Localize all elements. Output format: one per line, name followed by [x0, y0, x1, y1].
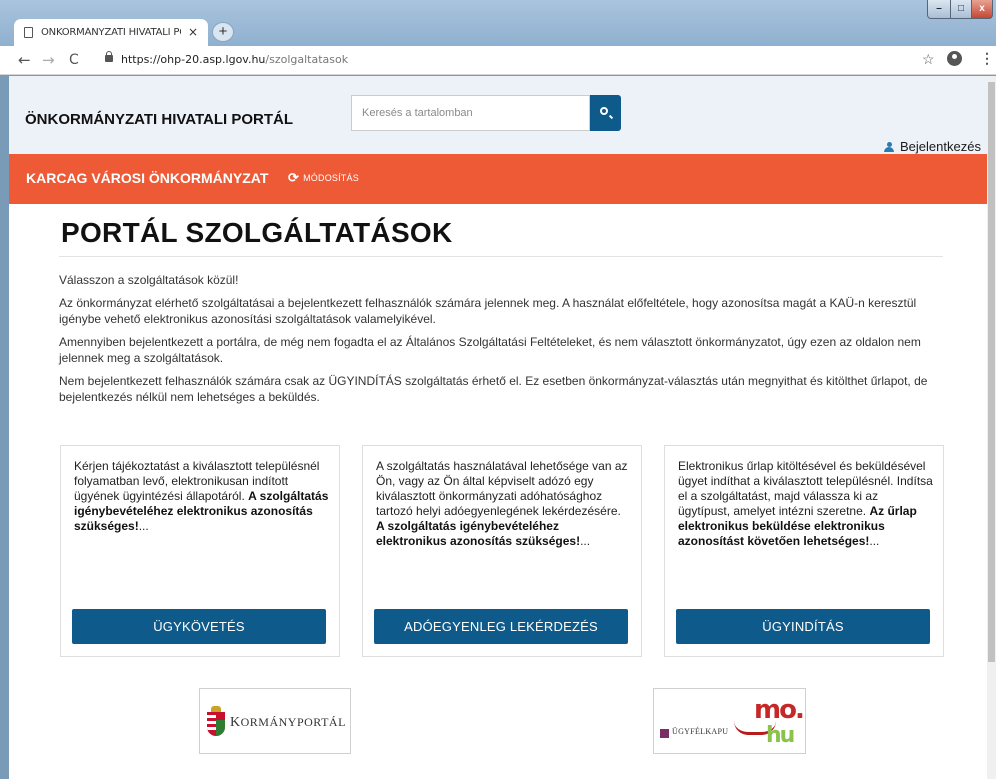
tab-close-icon[interactable]: ×: [188, 25, 198, 39]
service-card-adoegyenleg: A szolgáltatás használatával lehetősége …: [362, 445, 642, 657]
page-title: PORTÁL SZOLGÁLTATÁSOK: [61, 217, 453, 248]
user-icon: [884, 141, 894, 152]
forward-arrow-icon[interactable]: →: [42, 51, 55, 69]
card-description: A szolgáltatás használatával lehetősége …: [376, 459, 631, 549]
page-icon: [24, 27, 33, 38]
browser-toolbar: ← → C https://ohp-20.asp.lgov.hu/szolgal…: [0, 46, 996, 75]
ugyfelkapu-hu: hu: [766, 723, 795, 748]
account-icon[interactable]: [947, 51, 962, 66]
ugyfelkapu-wordmark: ÜGYFÉLKAPU: [672, 727, 729, 736]
ugyfelkapu-mo: mo.: [754, 695, 805, 725]
refresh-icon: ⟳: [288, 170, 300, 185]
ugyinditas-button[interactable]: ÜGYINDÍTÁS: [676, 609, 930, 644]
page-scrollbar[interactable]: [987, 76, 996, 779]
service-card-ugykovetes: Kérjen tájékoztatást a kiválasztott tele…: [60, 445, 340, 657]
card-description: Elektronikus űrlap kitöltésével és bekül…: [678, 459, 933, 549]
shield-shape: [207, 712, 225, 736]
reload-icon[interactable]: C: [69, 52, 79, 68]
service-card-ugyinditas: Elektronikus űrlap kitöltésével és bekül…: [664, 445, 944, 657]
browser-tab[interactable]: ÖNKORMÁNYZATI HIVATALI PO ×: [14, 19, 208, 46]
ugykovetes-button[interactable]: ÜGYKÖVETÉS: [72, 609, 326, 644]
modify-label: MÓDOSÍTÁS: [303, 173, 359, 183]
ugyfelkapu-square-icon: [660, 729, 669, 738]
bookmark-star-icon[interactable]: ☆: [922, 51, 935, 68]
window-close-button[interactable]: x: [971, 0, 993, 19]
address-bar[interactable]: https://ohp-20.asp.lgov.hu/szolgaltataso…: [121, 53, 348, 66]
browser-titlebar: ÖNKORMÁNYZATI HIVATALI PO × + – □ x: [0, 0, 996, 46]
url-host: https://ohp-20.asp.lgov.hu: [121, 53, 266, 66]
page-viewport: ÖNKORMÁNYZATI HIVATALI PORTÁL Bejelentke…: [9, 76, 987, 779]
card-description: Kérjen tájékoztatást a kiválasztott tele…: [74, 459, 329, 534]
municipality-bar: KARCAG VÁROSI ÖNKORMÁNYZAT ⟳ MÓDOSÍTÁS: [9, 154, 987, 204]
login-label: Bejelentkezés: [900, 139, 981, 154]
window-maximize-button[interactable]: □: [950, 0, 972, 19]
search-button[interactable]: [590, 95, 621, 131]
card-ellipsis: ...: [580, 534, 591, 548]
heading-divider: [59, 256, 943, 257]
browser-menu-icon[interactable]: ⋮: [980, 50, 994, 67]
kormanyportal-initial: K: [230, 715, 241, 730]
intro-paragraph: Amennyiben bejelentkezett a portálra, de…: [59, 335, 921, 365]
card-ellipsis: ...: [869, 534, 880, 548]
adoegyenleg-button[interactable]: ADÓEGYENLEG LEKÉRDEZÉS: [374, 609, 628, 644]
kormanyportal-rest: ORMÁNYPORTÁL: [240, 715, 346, 729]
intro-paragraph: Nem bejelentkezett felhasználók számára …: [59, 374, 928, 404]
login-link[interactable]: Bejelentkezés: [884, 139, 981, 154]
portal-title[interactable]: ÖNKORMÁNYZATI HIVATALI PORTÁL: [25, 111, 293, 128]
kormanyportal-wordmark: KORMÁNYPORTÁL: [230, 715, 346, 731]
hungarian-crest-icon: [207, 706, 225, 736]
back-arrow-icon[interactable]: ←: [18, 51, 31, 69]
intro-paragraph: Az önkormányzat elérhető szolgáltatásai …: [59, 296, 917, 326]
window-minimize-button[interactable]: –: [927, 0, 951, 19]
ugyfelkapu-logo-link[interactable]: ÜGYFÉLKAPU mo. hu: [653, 688, 806, 754]
lock-icon[interactable]: [105, 51, 113, 62]
search-icon: [600, 107, 608, 115]
municipality-name: KARCAG VÁROSI ÖNKORMÁNYZAT: [26, 170, 269, 186]
kormanyportal-logo-link[interactable]: KORMÁNYPORTÁL: [199, 688, 351, 754]
new-tab-button[interactable]: +: [212, 22, 234, 42]
search-input[interactable]: [351, 95, 590, 131]
intro-paragraph: Válasszon a szolgáltatások közül!: [59, 273, 239, 287]
url-path: /szolgaltatasok: [265, 53, 349, 66]
site-header: ÖNKORMÁNYZATI HIVATALI PORTÁL Bejelentke…: [9, 76, 987, 154]
scrollbar-thumb[interactable]: [988, 82, 995, 662]
modify-municipality-link[interactable]: ⟳ MÓDOSÍTÁS: [288, 170, 359, 185]
tab-title: ÖNKORMÁNYZATI HIVATALI PO: [41, 27, 181, 38]
card-text: A szolgáltatás használatával lehetősége …: [376, 459, 628, 518]
intro-text: Válasszon a szolgáltatások közül! Az önk…: [59, 272, 944, 412]
card-notice: A szolgáltatás igénybevételéhez elektron…: [376, 519, 581, 548]
card-ellipsis: ...: [138, 519, 149, 533]
